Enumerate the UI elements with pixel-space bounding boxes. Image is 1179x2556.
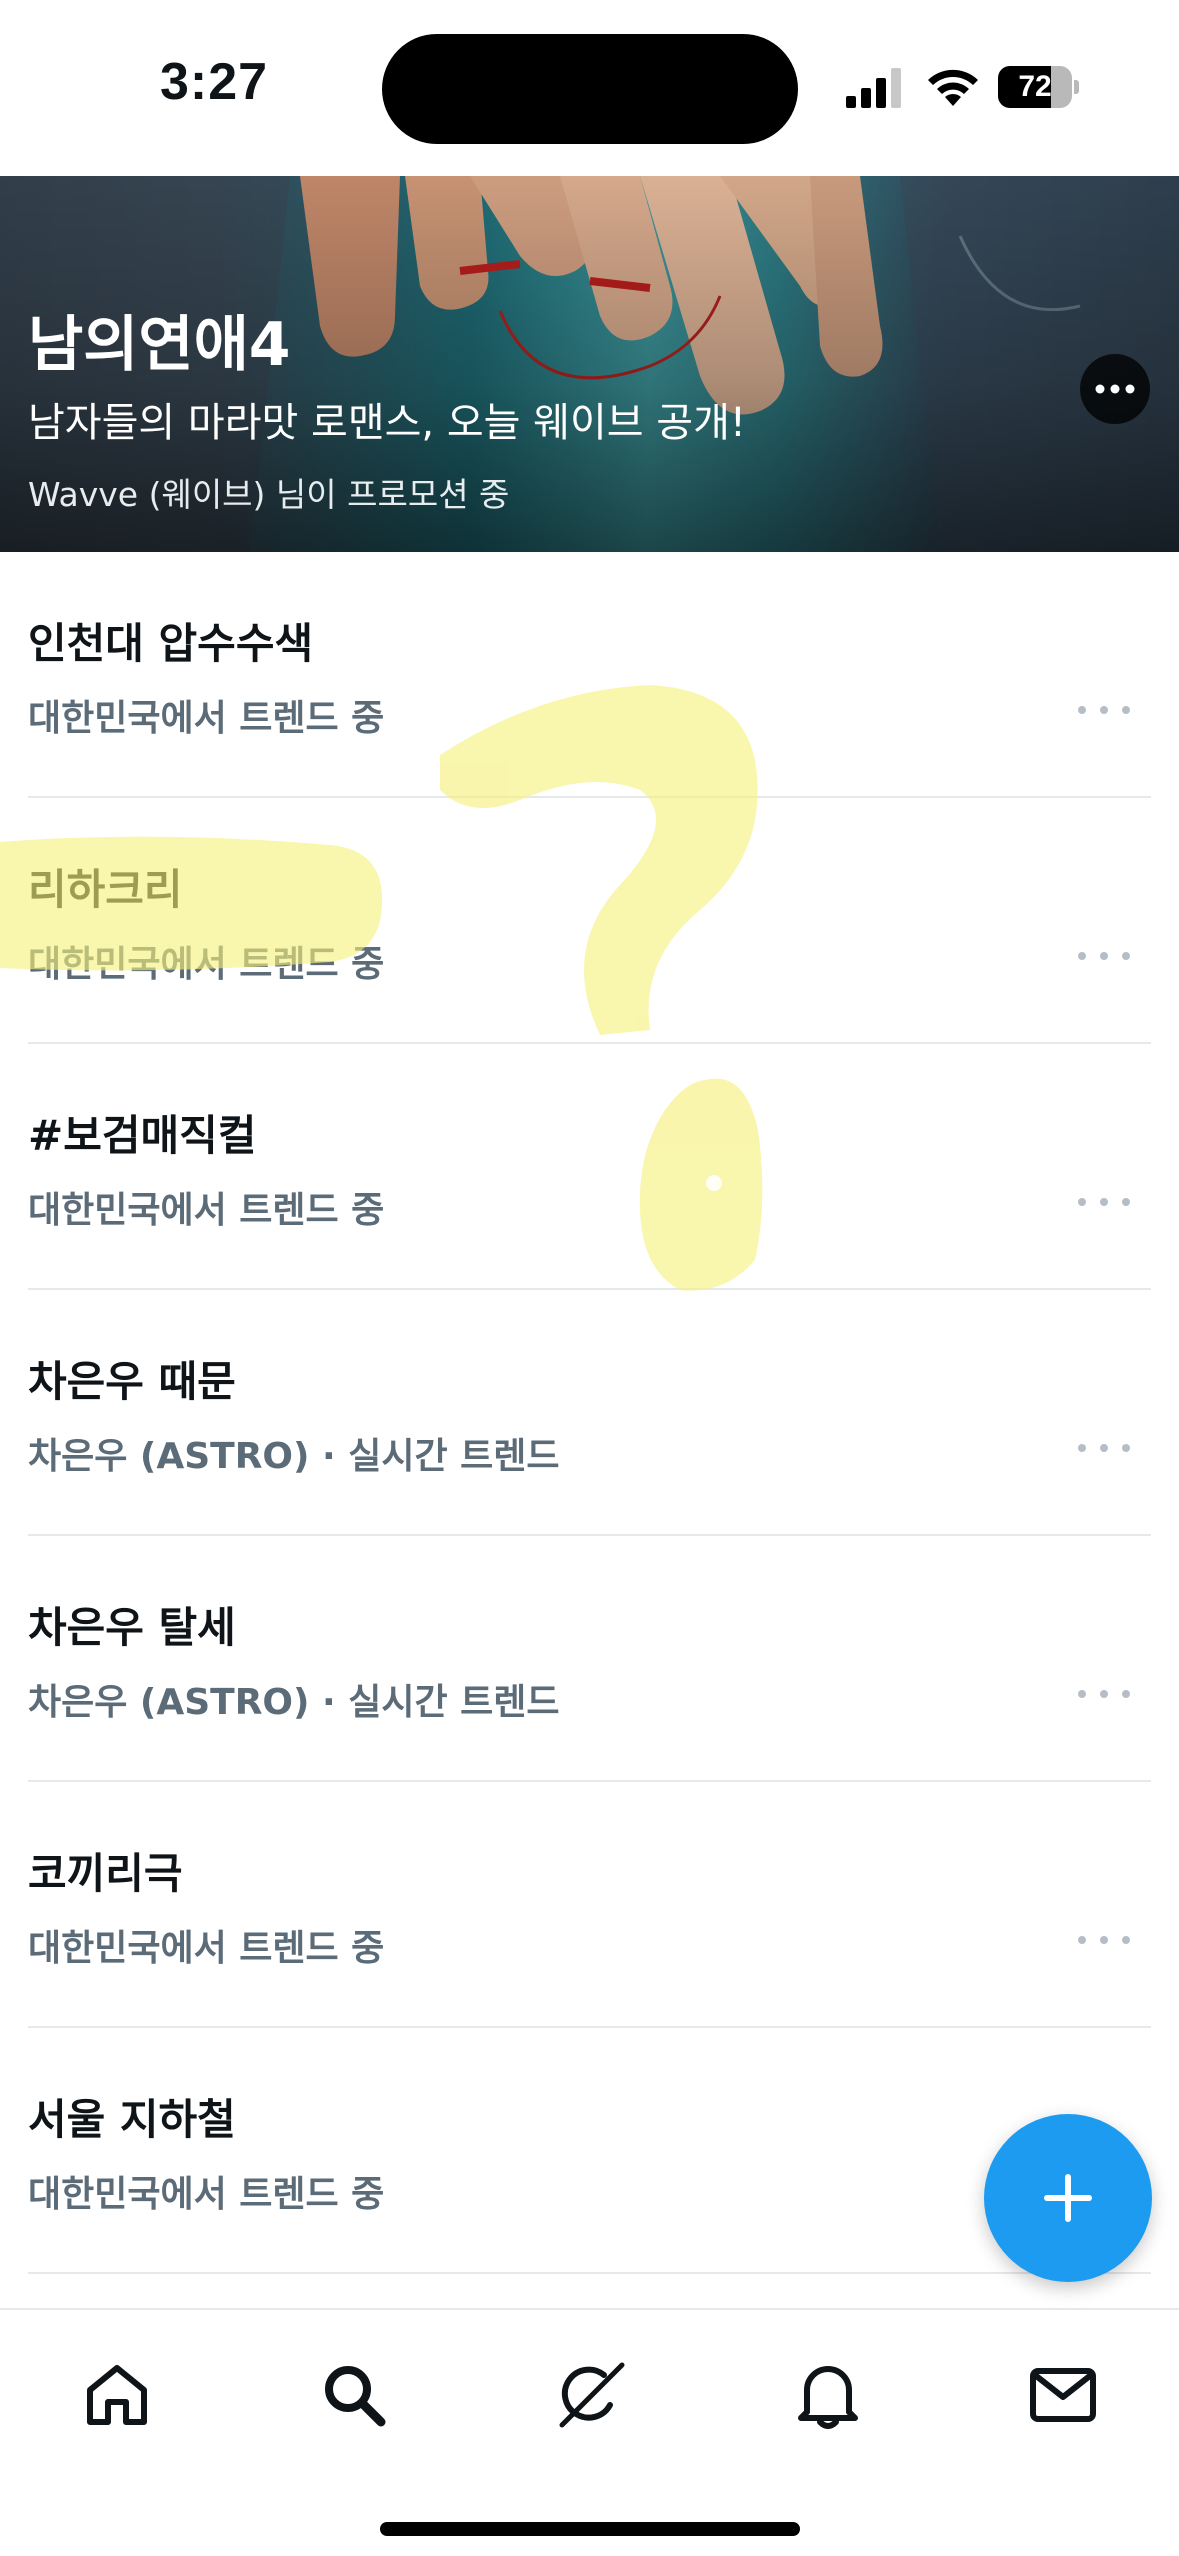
nav-notifications[interactable] bbox=[783, 2350, 873, 2440]
trend-context: 대한민국에서 트렌드 중 bbox=[28, 1190, 385, 1231]
trend-item[interactable]: 인천대 압수수색 대한민국에서 트렌드 중 bbox=[28, 552, 1151, 798]
promo-title: 남의연애4 bbox=[28, 310, 291, 380]
home-indicator bbox=[380, 2522, 800, 2536]
status-bar: 3:27 72 bbox=[0, 0, 1179, 176]
compose-button[interactable] bbox=[984, 2114, 1152, 2282]
promo-more-button[interactable] bbox=[1080, 354, 1150, 424]
trend-context: 대한민국에서 트렌드 중 bbox=[28, 1928, 385, 1969]
trend-context: 대한민국에서 트렌드 중 bbox=[28, 698, 385, 739]
grok-icon bbox=[559, 2362, 625, 2428]
trend-more-icon[interactable] bbox=[1078, 1430, 1130, 1466]
nav-messages[interactable] bbox=[1018, 2350, 1108, 2440]
trend-context: 차은우 (ASTRO) · 실시간 트렌드 bbox=[28, 1436, 560, 1477]
trend-item[interactable]: #보검매직컬 대한민국에서 트렌드 중 bbox=[28, 1044, 1151, 1290]
wifi-icon bbox=[928, 69, 978, 106]
search-icon bbox=[325, 2366, 386, 2427]
cellular-signal-icon bbox=[846, 68, 901, 108]
promoted-by-label: Wavve (웨이브) 님이 프로모션 중 bbox=[28, 475, 510, 514]
trend-title: 코끼리극 bbox=[28, 1849, 183, 1898]
trend-title: #보검매직컬 bbox=[28, 1111, 257, 1160]
promo-subtitle: 남자들의 마라맛 로맨스, 오늘 웨이브 공개! bbox=[28, 400, 746, 446]
nav-home[interactable] bbox=[72, 2350, 162, 2440]
trend-list: 인천대 압수수색 대한민국에서 트렌드 중 리하크리 대한민국에서 트렌드 중 … bbox=[0, 552, 1179, 2274]
plus-icon bbox=[1044, 2174, 1092, 2222]
trend-item[interactable]: 차은우 때문 차은우 (ASTRO) · 실시간 트렌드 bbox=[28, 1290, 1151, 1536]
trend-more-icon[interactable] bbox=[1078, 1922, 1130, 1958]
trend-context: 대한민국에서 트렌드 중 bbox=[28, 944, 385, 985]
trend-item[interactable]: 리하크리 대한민국에서 트렌드 중 bbox=[28, 798, 1151, 1044]
trend-title: 차은우 때문 bbox=[28, 1357, 236, 1406]
bell-icon bbox=[798, 2366, 858, 2429]
nav-grok[interactable] bbox=[545, 2350, 635, 2440]
status-time: 3:27 bbox=[160, 53, 269, 111]
trend-more-icon[interactable] bbox=[1078, 1184, 1130, 1220]
trend-title: 리하크리 bbox=[28, 865, 183, 914]
trend-context: 차은우 (ASTRO) · 실시간 트렌드 bbox=[28, 1682, 560, 1723]
bottom-nav bbox=[0, 2308, 1179, 2556]
trend-item[interactable]: 코끼리극 대한민국에서 트렌드 중 bbox=[28, 1782, 1151, 2028]
trend-title: 인천대 압수수색 bbox=[28, 619, 314, 668]
battery-icon: 72 bbox=[998, 66, 1079, 108]
nav-explore[interactable] bbox=[309, 2350, 399, 2440]
trend-title: 차은우 탈세 bbox=[28, 1603, 236, 1652]
trend-more-icon[interactable] bbox=[1078, 1676, 1130, 1712]
dynamic-island bbox=[382, 34, 798, 144]
promoted-trend-banner[interactable]: 남의연애4 남자들의 마라맛 로맨스, 오늘 웨이브 공개! Wavve (웨이… bbox=[0, 176, 1179, 552]
more-horizontal-icon bbox=[1095, 384, 1135, 394]
trend-item[interactable]: 차은우 탈세 차은우 (ASTRO) · 실시간 트렌드 bbox=[28, 1536, 1151, 1782]
mail-icon bbox=[1030, 2368, 1096, 2422]
trend-context: 대한민국에서 트렌드 중 bbox=[28, 2174, 385, 2215]
battery-level: 72 bbox=[1018, 70, 1052, 103]
home-icon bbox=[87, 2365, 147, 2425]
trend-more-icon[interactable] bbox=[1078, 938, 1130, 974]
trend-title: 서울 지하철 bbox=[28, 2095, 236, 2144]
trend-item[interactable]: 서울 지하철 대한민국에서 트렌드 중 bbox=[28, 2028, 1151, 2274]
trend-more-icon[interactable] bbox=[1078, 692, 1130, 728]
